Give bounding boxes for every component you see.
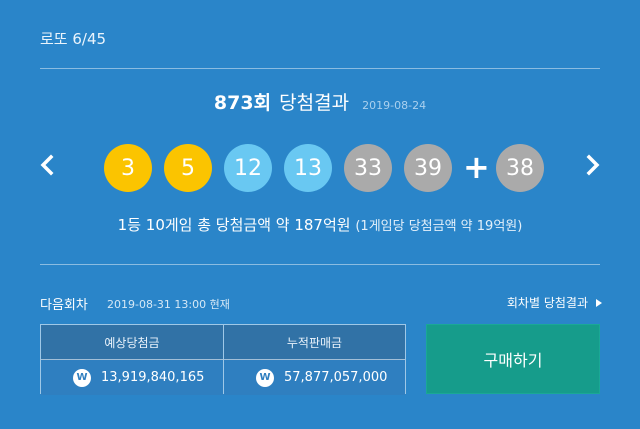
cumulative-sales-header: 누적판매금: [224, 325, 405, 360]
sales-stats-table: 예상당첨금 W 13,919,840,165 누적판매금 W 57,877,05…: [40, 324, 406, 395]
won-icon: W: [73, 368, 91, 387]
round-suffix: 회: [253, 92, 272, 114]
result-title: 당첨결과: [279, 92, 350, 114]
prize-per-game: (1게임당 당첨금액 약 19억원): [355, 219, 523, 234]
next-round-time: 2019-08-31 13:00 현재: [107, 298, 230, 311]
winning-ball-4: 13: [284, 144, 332, 192]
round-history-link[interactable]: 회차별 당첨결과: [507, 294, 602, 311]
middle-divider: [40, 264, 600, 265]
round-number: 873: [213, 92, 254, 114]
winning-ball-2: 5: [164, 144, 212, 192]
expected-prize-cell: W 13,919,840,165: [41, 360, 223, 395]
prize-main: 1등 10게임 총 당첨금액 약 187억원: [117, 216, 351, 234]
expected-prize-value: 13,919,840,165: [101, 370, 205, 385]
round-history-label: 회차별 당첨결과: [506, 296, 588, 310]
plus-sign: +: [463, 148, 490, 186]
cumulative-sales-column: 누적판매금 W 57,877,057,000: [224, 325, 405, 395]
cumulative-sales-cell: W 57,877,057,000: [224, 360, 405, 395]
chevron-left-icon: [32, 150, 62, 180]
draw-date: 2019-08-24: [362, 99, 427, 112]
won-icon: W: [256, 368, 274, 387]
top-divider: [40, 68, 600, 69]
buy-button[interactable]: 구매하기: [426, 324, 600, 394]
prize-summary: 1등 10게임 총 당첨금액 약 187억원 (1게임당 당첨금액 약 19억원…: [0, 214, 640, 235]
chevron-right-icon: [578, 150, 608, 180]
previous-round-button[interactable]: [32, 150, 62, 180]
next-round-label: 다음회차: [40, 298, 88, 313]
winning-ball-1: 3: [104, 144, 152, 192]
winning-ball-6: 39: [404, 144, 452, 192]
winning-ball-5: 33: [344, 144, 392, 192]
next-round-button[interactable]: [578, 150, 608, 180]
triangle-right-icon: [596, 298, 602, 307]
expected-prize-header: 예상당첨금: [41, 325, 223, 360]
bonus-ball: 38: [496, 144, 544, 192]
draw-heading: 873회 당첨결과 2019-08-24: [0, 88, 640, 115]
app-title: 로또 6/45: [40, 30, 107, 48]
cumulative-sales-value: 57,877,057,000: [284, 370, 388, 385]
winning-ball-3: 12: [224, 144, 272, 192]
expected-prize-column: 예상당첨금 W 13,919,840,165: [41, 325, 224, 395]
